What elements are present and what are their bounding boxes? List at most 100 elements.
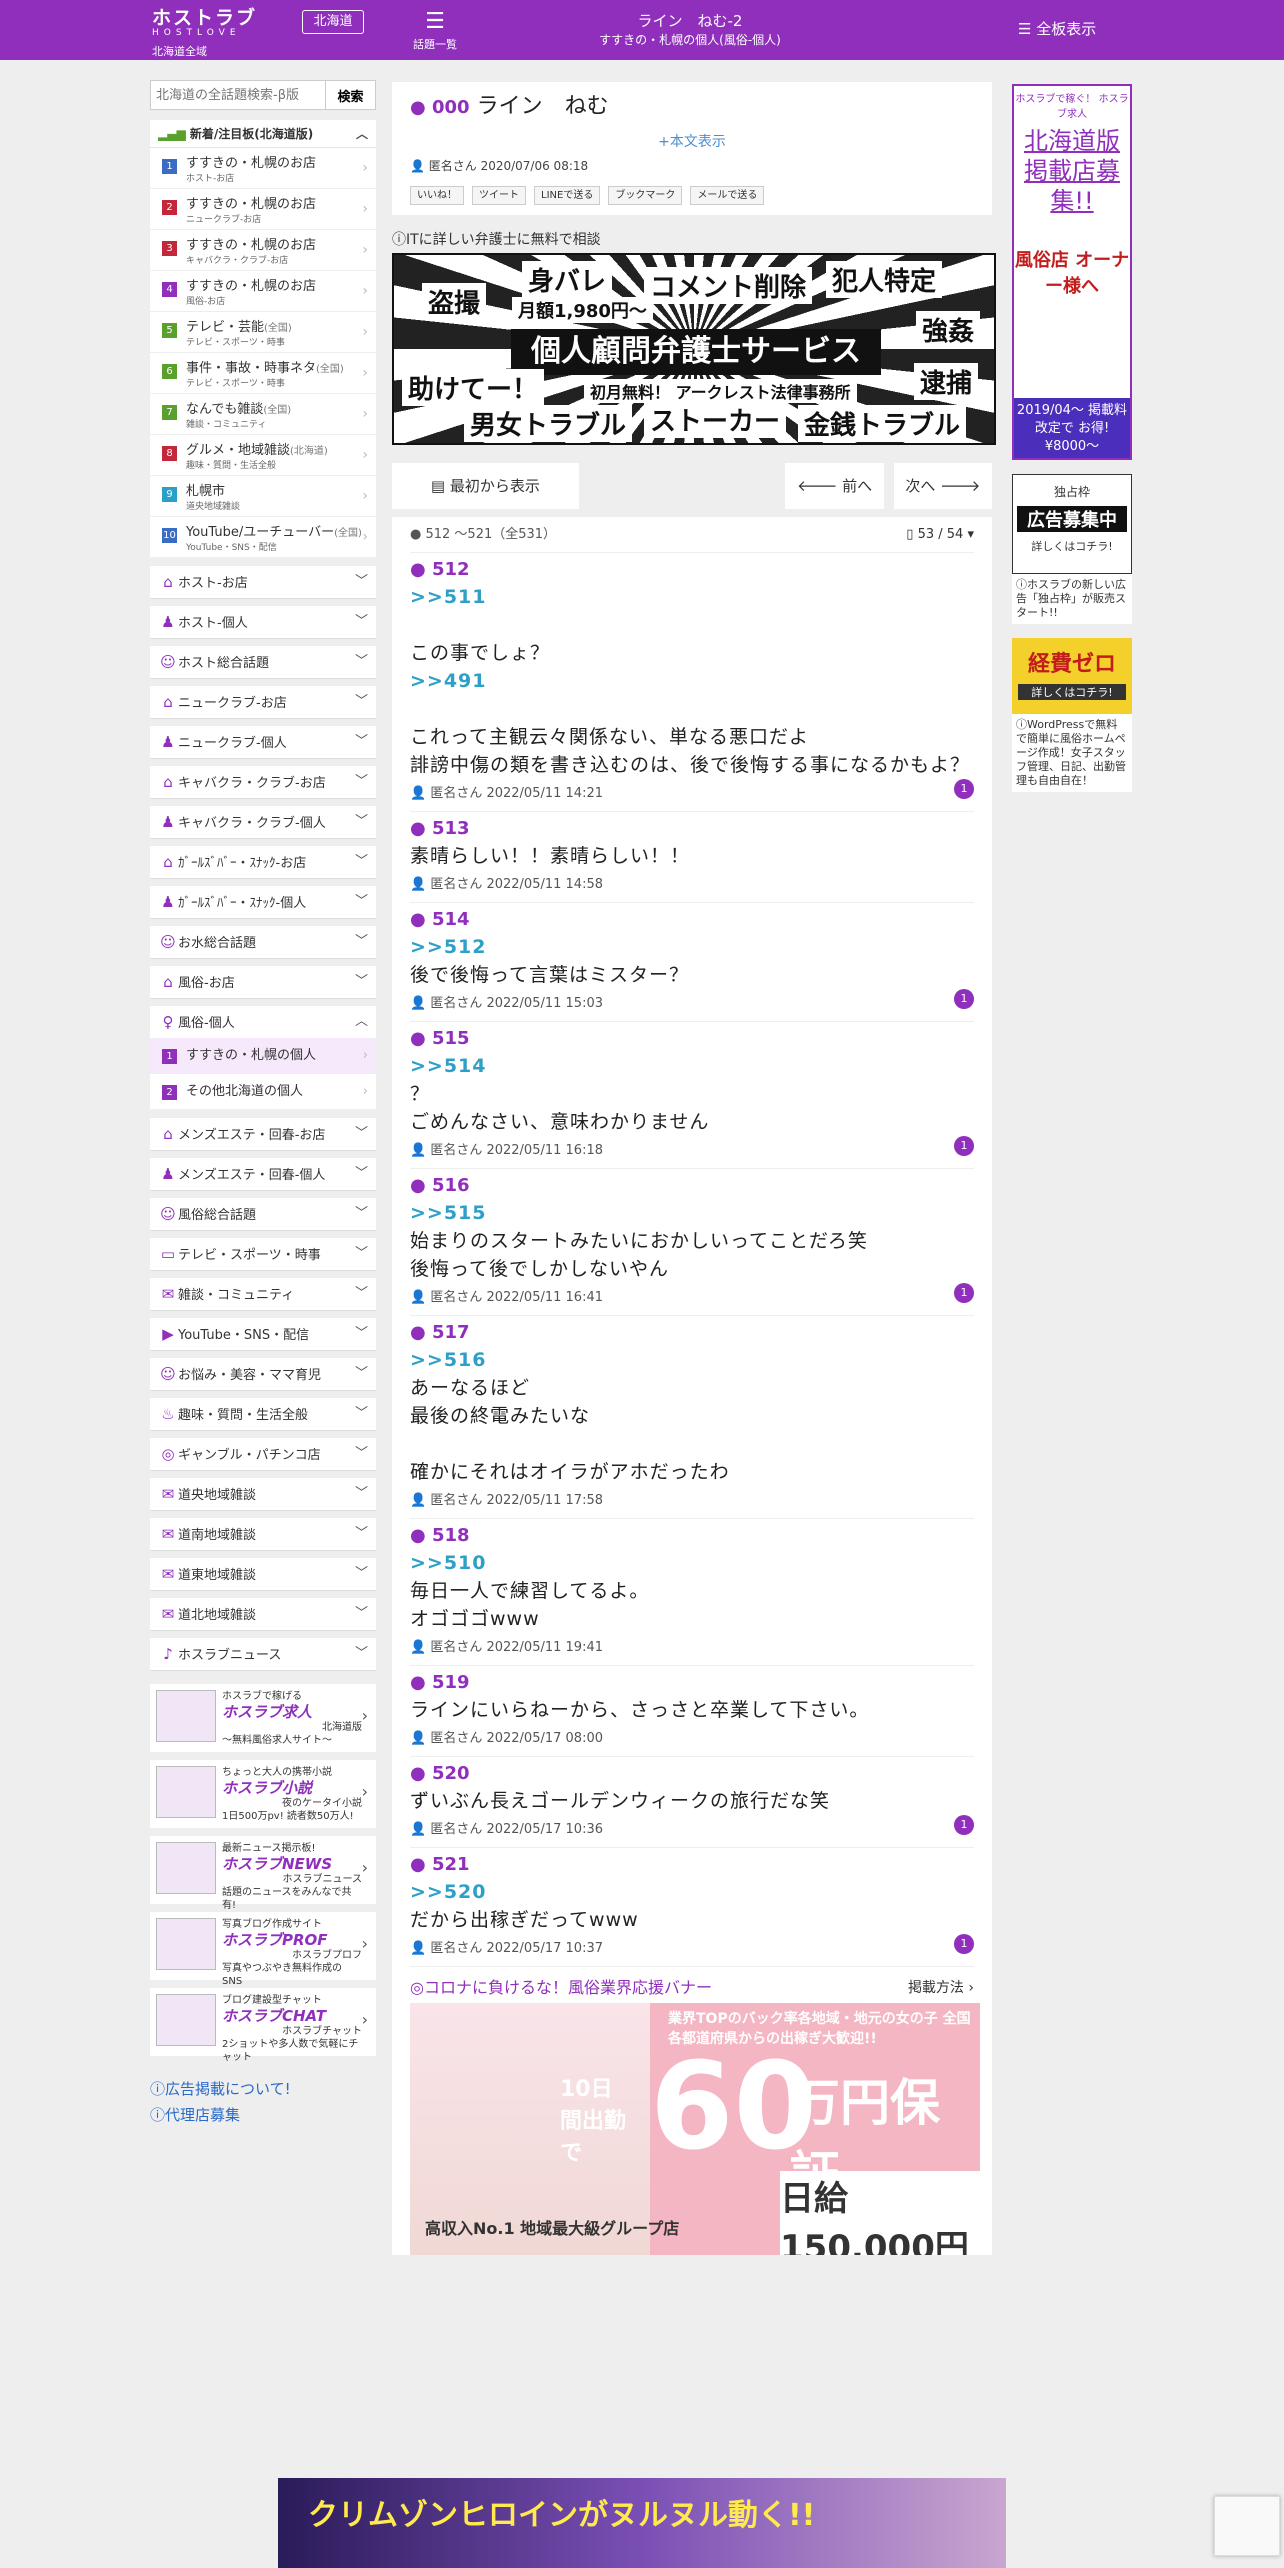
reply-link[interactable]: >>510 [410, 1549, 974, 1577]
side-banner[interactable]: 最新ニュース掲示板! ホスラブNEWS ホスラブニュース 話題のニュースをみんなで共有… [150, 1836, 376, 1911]
category-item[interactable]: ♟ ニュークラブ-個人 ﹀ [150, 726, 376, 758]
side-banner[interactable]: 写真ブログ作成サイト ホスラブPROF ホスラブプロフ 写真やつぶやき無料作成のSNS… [150, 1912, 376, 1987]
category-item[interactable]: ♨ 趣味・質問・生活全般 ﹀ [150, 1398, 376, 1430]
category-item[interactable]: ♪ ホスラブニュース ﹀ [150, 1638, 376, 1670]
category-item[interactable]: ♟ キャバクラ・クラブ-個人 ﹀ [150, 806, 376, 838]
category-fuzoku-kojin[interactable]: ♀ 風俗-個人 ︿ [150, 1006, 376, 1038]
ad-word: ストーカー [644, 401, 787, 438]
line-share-button[interactable]: LINEで送る [534, 186, 601, 205]
show-body-link[interactable]: +本文表示 [410, 131, 974, 151]
new-board-item[interactable]: 5 テレビ・芸能(全国) テレビ・スポーツ・時事 › [150, 312, 376, 353]
reply-link[interactable]: >>511 [410, 583, 974, 611]
category-item[interactable]: ☺ お悩み・美容・ママ育児 ﹀ [150, 1358, 376, 1390]
category-item[interactable]: ⌂ ニュークラブ-お店 ﹀ [150, 686, 376, 718]
open-category-item[interactable]: 1 すすきの・札幌の個人 › [150, 1038, 376, 1074]
reply-link[interactable]: >>491 [410, 667, 974, 695]
category-item[interactable]: ◎ ギャンブル・パチンコ店 ﹀ [150, 1438, 376, 1470]
category-item[interactable]: ☺ お水総合話題 ﹀ [150, 926, 376, 958]
post-number[interactable]: ● 514 [410, 907, 974, 933]
reply-count-badge[interactable]: 1 [954, 1815, 974, 1835]
category-item[interactable]: ▭ テレビ・スポーツ・時事 ﹀ [150, 1238, 376, 1270]
new-board-item[interactable]: 1 すすきの・札幌のお店 ホスト-お店 › [150, 148, 376, 189]
reply-link[interactable]: >>514 [410, 1052, 974, 1080]
new-board-item[interactable]: 9 札幌市 道央地域雑談 › [150, 476, 376, 517]
wordpress-ad[interactable]: 経費ゼロ 詳しくはコチラ! [1012, 638, 1132, 714]
post-meta-text: 匿名さん 2022/05/11 17:58 [430, 1493, 603, 1508]
page-select[interactable]: ▯ 53 / 54 ▾ [906, 517, 974, 553]
category-item[interactable]: ✉ 道北地域雑談 ﹀ [150, 1598, 376, 1630]
post-number[interactable]: ● 517 [410, 1320, 974, 1346]
agency-link[interactable]: ⓘ代理店募集 [150, 2102, 376, 2128]
post-number[interactable]: ● 521 [410, 1852, 974, 1878]
search-button[interactable]: 検索 [326, 80, 376, 110]
ad-info-link[interactable]: ⓘ広告掲載について! [150, 2076, 376, 2102]
category-item[interactable]: ☺ 風俗総合話題 ﹀ [150, 1198, 376, 1230]
category-item[interactable]: ✉ 道央地域雑談 ﹀ [150, 1478, 376, 1510]
promo-banner[interactable]: 業界TOPのバック率各地域・地元の女の子 全国各都道府県からの出稼ぎ大歓迎!! … [410, 2003, 980, 2255]
reply-link[interactable]: >>516 [410, 1346, 974, 1374]
reply-count-badge[interactable]: 1 [954, 1283, 974, 1303]
topics-list-button[interactable]: ☰ 話題一覧 [405, 8, 465, 52]
category-item[interactable]: ☺ ホスト総合話題 ﹀ [150, 646, 376, 678]
new-board-item[interactable]: 3 すすきの・札幌のお店 キャバクラ・クラブ-お店 › [150, 230, 376, 271]
new-board-item[interactable]: 2 すすきの・札幌のお店 ニュークラブ-お店 › [150, 189, 376, 230]
category-item[interactable]: ✉ 道南地域雑談 ﹀ [150, 1518, 376, 1550]
reply-link[interactable]: >>520 [410, 1878, 974, 1906]
post-item: ● 516 >>515 始まりのスタートみたいにおかしいってことだろ笑 後悔って後でし… [410, 1169, 974, 1316]
post-number[interactable]: ● 515 [410, 1026, 974, 1052]
reply-count-badge[interactable]: 1 [954, 1136, 974, 1156]
category-item[interactable]: ♟ ｶﾞｰﾙｽﾞﾊﾞｰ・ｽﾅｯｸ-個人 ﹀ [150, 886, 376, 918]
site-logo[interactable]: ホストラブ HOSTLOVE 北海道全域 [152, 8, 257, 59]
reply-link[interactable]: >>512 [410, 933, 974, 961]
post-number[interactable]: ● 513 [410, 816, 974, 842]
reply-count-badge[interactable]: 1 [954, 1934, 974, 1954]
new-boards-header[interactable]: ▂▄▆ 新着/注目板(北海道版) ︿ [150, 120, 376, 148]
category-item[interactable]: ⌂ キャバクラ・クラブ-お店 ﹀ [150, 766, 376, 798]
mail-button[interactable]: メールで送る [690, 186, 765, 205]
exclusive-ad[interactable]: 独占枠 広告募集中 詳しくはコチラ! [1012, 474, 1132, 574]
prev-button[interactable]: 🡐 前へ [785, 463, 884, 509]
category-icon: ⌂ [163, 773, 173, 791]
region-button[interactable]: 北海道 [302, 10, 364, 34]
side-banner[interactable]: ブログ建設型チャット ホスラブCHAT ホスラブチャット 2ショットや多人数で気軽にチ… [150, 1988, 376, 2063]
category-item[interactable]: ▶ YouTube・SNS・配信 ﹀ [150, 1318, 376, 1350]
post-number[interactable]: ● 518 [410, 1523, 974, 1549]
facebook-like-button[interactable]: いいね！ [410, 186, 464, 205]
reply-count-badge[interactable]: 1 [954, 989, 974, 1009]
category-item[interactable]: ⌂ ホスト-お店 ﹀ [150, 566, 376, 598]
new-board-item[interactable]: 6 事件・事故・時事ネタ(全国) テレビ・スポーツ・時事 › [150, 353, 376, 394]
next-button[interactable]: 次へ 🡒 [893, 463, 992, 509]
new-board-item[interactable]: 4 すすきの・札幌のお店 風俗-お店 › [150, 271, 376, 312]
new-board-item[interactable]: 7 なんでも雑談(全国) 雑談・コミュニティ › [150, 394, 376, 435]
post-number[interactable]: ● 512 [410, 557, 974, 583]
category-item[interactable]: ✉ 雑談・コミュニティ ﹀ [150, 1278, 376, 1310]
lawyer-ad-banner[interactable]: 盗撮 身バレ コメント削除 犯人特定 強姦 月額1,980円〜 個人顧問弁護士サ… [392, 253, 996, 445]
category-item[interactable]: ✉ 道東地域雑談 ﹀ [150, 1558, 376, 1590]
from-start-button[interactable]: ▤ 最初から表示 [392, 463, 579, 509]
category-item[interactable]: ♟ ホスト-個人 ﹀ [150, 606, 376, 638]
reply-link[interactable]: >>515 [410, 1199, 974, 1227]
open-category-item[interactable]: 2 その他北海道の個人 › [150, 1074, 376, 1110]
how-to-post-link[interactable]: 掲載方法 › [908, 1973, 974, 2003]
search-input[interactable] [150, 80, 326, 110]
all-boards-button[interactable]: ☰ 全板表示 [1018, 18, 1096, 39]
post-number[interactable]: ● 520 [410, 1761, 974, 1787]
category-item[interactable]: ⌂ メンズエステ・回春-お店 ﹀ [150, 1118, 376, 1150]
reply-count-badge[interactable]: 1 [954, 779, 974, 799]
side-banner[interactable]: ホスラブで稼げる ホスラブ求人 北海道版 〜無料風俗求人サイト〜 › [150, 1684, 376, 1752]
category-item[interactable]: ⌂ ｶﾞｰﾙｽﾞﾊﾞｰ・ｽﾅｯｸ-お店 ﹀ [150, 846, 376, 878]
new-board-item[interactable]: 8 グルメ・地域雑談(北海道) 趣味・質問・生活全般 › [150, 435, 376, 476]
post-number[interactable]: ● 519 [410, 1670, 974, 1696]
new-board-item[interactable]: 10 YouTube/ユーチューバー(全国) YouTube・SNS・配信 › [150, 517, 376, 558]
category-item[interactable]: ♟ メンズエステ・回春-個人 ﹀ [150, 1158, 376, 1190]
post-number[interactable]: ● 516 [410, 1173, 974, 1199]
category-item[interactable]: ⌂ 風俗-お店 ﹀ [150, 966, 376, 998]
recaptcha-badge[interactable] [1214, 2496, 1280, 2556]
list-icon: ☰ [1018, 20, 1037, 38]
side-banner[interactable]: ちょっと大人の携帯小説 ホスラブ小説 夜のケータイ小説 1日500万pv! 読者数50… [150, 1760, 376, 1828]
recruit-ad[interactable]: ホスラブで稼ぐ！ ホスラブ求人 北海道版掲載店募集!! 風俗店 オーナー様へ 2… [1012, 84, 1132, 460]
tweet-button[interactable]: ツイート [472, 186, 526, 205]
bookmark-button[interactable]: ブックマーク [608, 186, 683, 205]
bottom-game-ad[interactable]: クリムゾンヒロインがヌルヌル動く!! [278, 2478, 1006, 2568]
